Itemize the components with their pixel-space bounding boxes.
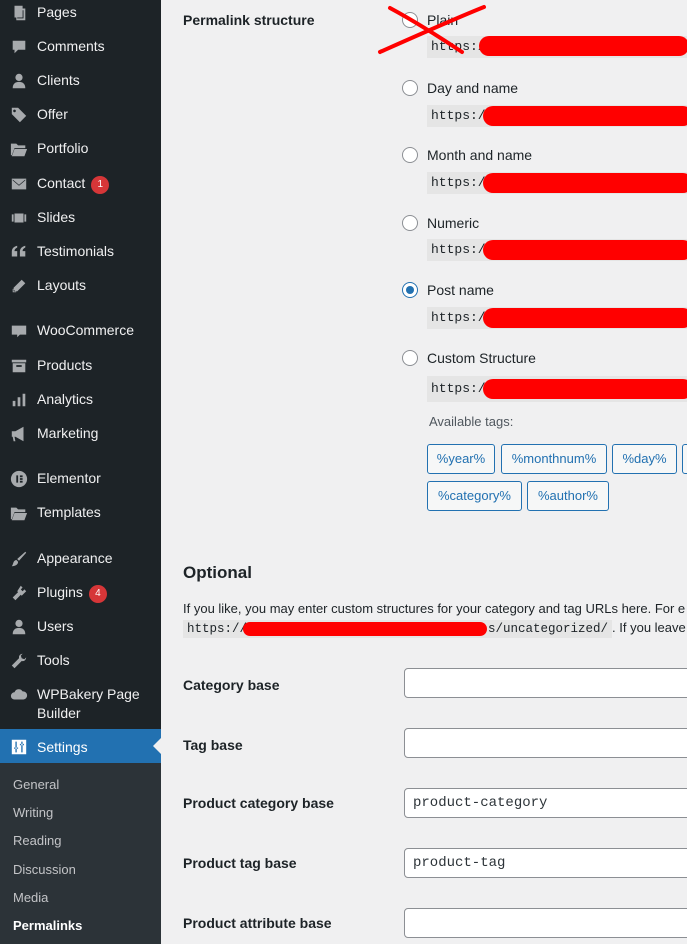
radio-numeric[interactable] xyxy=(402,215,418,231)
category-base-input[interactable] xyxy=(404,668,687,698)
redaction-mark xyxy=(483,106,687,126)
tag-button-partial[interactable] xyxy=(682,444,687,474)
tag-base-label: Tag base xyxy=(183,737,243,753)
tag-button-day[interactable]: %day% xyxy=(612,444,677,474)
contact-count-badge: 1 xyxy=(91,176,110,194)
settings-submenu: General Writing Reading Discussion Media… xyxy=(0,763,161,944)
submenu-item-permalinks[interactable]: Permalinks xyxy=(13,918,82,933)
admin-sidebar: Pages Comments Clients Offer Portfolio C… xyxy=(0,0,161,944)
woocommerce-icon xyxy=(9,321,29,341)
products-icon xyxy=(9,356,29,376)
elementor-icon xyxy=(9,469,29,489)
users-icon xyxy=(9,617,29,637)
tag-button-category[interactable]: %category% xyxy=(427,481,522,511)
option-label-numeric: Numeric xyxy=(427,215,480,231)
tag-button-year[interactable]: %year% xyxy=(427,444,495,474)
redaction-mark xyxy=(483,173,687,193)
radio-month-and-name[interactable] xyxy=(402,147,418,163)
contact-envelope-icon xyxy=(9,174,29,194)
submenu-item-reading[interactable]: Reading xyxy=(13,833,61,848)
tag-button-author[interactable]: %author% xyxy=(527,481,609,511)
submenu-item-general[interactable]: General xyxy=(13,777,59,792)
redaction-mark xyxy=(483,240,687,260)
permalink-settings-main: Permalink structure Plain https:// Day a… xyxy=(161,0,687,944)
optional-example-line: https://s/uncategorized/. If you leave t… xyxy=(183,620,687,638)
optional-description: If you like, you may enter custom struct… xyxy=(183,601,686,616)
slides-icon xyxy=(9,208,29,228)
optional-section-title: Optional xyxy=(183,563,252,582)
offer-tag-icon xyxy=(9,105,29,125)
option-label-custom-structure: Custom Structure xyxy=(427,350,536,366)
redaction-mark xyxy=(483,308,687,328)
submenu-item-media[interactable]: Media xyxy=(13,890,48,905)
product-tag-base-label: Product tag base xyxy=(183,855,297,871)
redaction-mark xyxy=(243,622,487,636)
option-label-day-and-name: Day and name xyxy=(427,80,519,96)
layouts-pencil-icon xyxy=(9,276,29,296)
category-base-label: Category base xyxy=(183,677,280,693)
option-label-month-and-name: Month and name xyxy=(427,147,533,163)
product-tag-base-input[interactable] xyxy=(404,848,687,878)
plugins-update-badge: 4 xyxy=(88,585,107,603)
comments-icon xyxy=(9,37,29,57)
submenu-item-discussion[interactable]: Discussion xyxy=(13,862,76,877)
testimonials-quote-icon xyxy=(9,242,29,262)
sidebar-item-settings[interactable]: Settings xyxy=(0,729,161,763)
product-category-base-input[interactable] xyxy=(404,788,687,818)
product-attribute-base-input[interactable] xyxy=(404,908,687,938)
redaction-mark xyxy=(483,379,687,399)
optional-example-code: https://s/uncategorized/ xyxy=(183,620,613,638)
analytics-bars-icon xyxy=(9,390,29,410)
settings-sliders-icon xyxy=(9,737,29,757)
plugins-icon xyxy=(9,583,29,603)
permalink-structure-label: Permalink structure xyxy=(183,12,315,28)
tools-wrench-icon xyxy=(9,651,29,671)
radio-custom-structure[interactable] xyxy=(402,350,418,366)
submenu-item-writing[interactable]: Writing xyxy=(13,805,53,820)
product-category-base-label: Product category base xyxy=(183,795,334,811)
product-attribute-base-label: Product attribute base xyxy=(183,915,332,931)
templates-folder-icon xyxy=(9,503,29,523)
pages-icon xyxy=(9,3,29,23)
option-label-post-name: Post name xyxy=(427,282,494,298)
redaction-mark xyxy=(479,36,687,56)
radio-day-and-name[interactable] xyxy=(402,80,418,96)
available-tags-label: Available tags: xyxy=(429,414,514,429)
tag-base-input[interactable] xyxy=(404,728,687,758)
radio-post-name[interactable] xyxy=(402,282,418,298)
current-menu-arrow xyxy=(153,738,161,754)
wpbakery-cloud-icon xyxy=(9,685,29,705)
plain-cross-out-mark xyxy=(378,5,486,54)
marketing-megaphone-icon xyxy=(9,424,29,444)
portfolio-folder-icon xyxy=(9,139,29,159)
appearance-brush-icon xyxy=(9,549,29,569)
tag-button-monthnum[interactable]: %monthnum% xyxy=(501,444,607,474)
clients-icon xyxy=(9,71,29,91)
